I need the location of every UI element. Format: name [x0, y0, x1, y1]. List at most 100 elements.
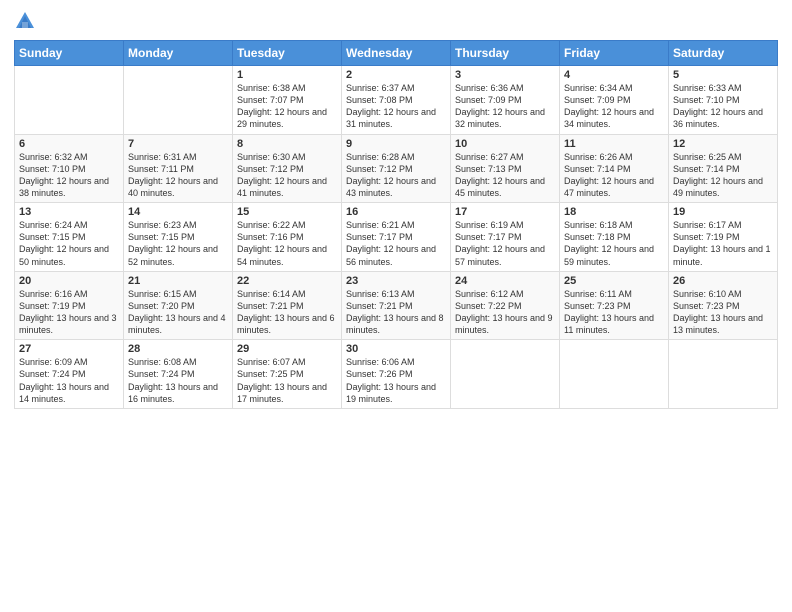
day-number: 4 — [564, 69, 664, 81]
day-number: 2 — [346, 69, 446, 81]
day-info: Sunrise: 6:24 AMSunset: 7:15 PMDaylight:… — [19, 219, 119, 268]
day-info: Sunrise: 6:36 AMSunset: 7:09 PMDaylight:… — [455, 82, 555, 131]
calendar-cell: 14Sunrise: 6:23 AMSunset: 7:15 PMDayligh… — [124, 203, 233, 272]
day-info: Sunrise: 6:10 AMSunset: 7:23 PMDaylight:… — [673, 288, 773, 337]
calendar-week-row: 20Sunrise: 6:16 AMSunset: 7:19 PMDayligh… — [15, 271, 778, 340]
day-of-week-header: Wednesday — [342, 41, 451, 66]
day-number: 12 — [673, 138, 773, 150]
calendar-cell: 7Sunrise: 6:31 AMSunset: 7:11 PMDaylight… — [124, 134, 233, 203]
calendar-cell: 11Sunrise: 6:26 AMSunset: 7:14 PMDayligh… — [560, 134, 669, 203]
day-info: Sunrise: 6:19 AMSunset: 7:17 PMDaylight:… — [455, 219, 555, 268]
page: SundayMondayTuesdayWednesdayThursdayFrid… — [0, 0, 792, 612]
day-number: 9 — [346, 138, 446, 150]
calendar-cell: 23Sunrise: 6:13 AMSunset: 7:21 PMDayligh… — [342, 271, 451, 340]
calendar-cell: 5Sunrise: 6:33 AMSunset: 7:10 PMDaylight… — [669, 66, 778, 135]
day-info: Sunrise: 6:08 AMSunset: 7:24 PMDaylight:… — [128, 356, 228, 405]
day-info: Sunrise: 6:14 AMSunset: 7:21 PMDaylight:… — [237, 288, 337, 337]
logo-icon — [14, 10, 36, 32]
day-number: 8 — [237, 138, 337, 150]
day-of-week-header: Friday — [560, 41, 669, 66]
day-info: Sunrise: 6:06 AMSunset: 7:26 PMDaylight:… — [346, 356, 446, 405]
calendar-cell: 12Sunrise: 6:25 AMSunset: 7:14 PMDayligh… — [669, 134, 778, 203]
calendar-cell: 13Sunrise: 6:24 AMSunset: 7:15 PMDayligh… — [15, 203, 124, 272]
day-number: 21 — [128, 275, 228, 287]
day-info: Sunrise: 6:37 AMSunset: 7:08 PMDaylight:… — [346, 82, 446, 131]
day-number: 1 — [237, 69, 337, 81]
calendar-cell: 26Sunrise: 6:10 AMSunset: 7:23 PMDayligh… — [669, 271, 778, 340]
day-info: Sunrise: 6:31 AMSunset: 7:11 PMDaylight:… — [128, 151, 228, 200]
day-number: 17 — [455, 206, 555, 218]
day-number: 10 — [455, 138, 555, 150]
calendar-cell: 18Sunrise: 6:18 AMSunset: 7:18 PMDayligh… — [560, 203, 669, 272]
day-info: Sunrise: 6:27 AMSunset: 7:13 PMDaylight:… — [455, 151, 555, 200]
day-of-week-header: Saturday — [669, 41, 778, 66]
day-number: 16 — [346, 206, 446, 218]
day-info: Sunrise: 6:25 AMSunset: 7:14 PMDaylight:… — [673, 151, 773, 200]
day-number: 22 — [237, 275, 337, 287]
day-info: Sunrise: 6:34 AMSunset: 7:09 PMDaylight:… — [564, 82, 664, 131]
day-info: Sunrise: 6:30 AMSunset: 7:12 PMDaylight:… — [237, 151, 337, 200]
day-info: Sunrise: 6:15 AMSunset: 7:20 PMDaylight:… — [128, 288, 228, 337]
calendar-cell: 21Sunrise: 6:15 AMSunset: 7:20 PMDayligh… — [124, 271, 233, 340]
calendar-cell: 3Sunrise: 6:36 AMSunset: 7:09 PMDaylight… — [451, 66, 560, 135]
day-info: Sunrise: 6:09 AMSunset: 7:24 PMDaylight:… — [19, 356, 119, 405]
calendar-cell: 22Sunrise: 6:14 AMSunset: 7:21 PMDayligh… — [233, 271, 342, 340]
day-number: 13 — [19, 206, 119, 218]
day-number: 3 — [455, 69, 555, 81]
day-info: Sunrise: 6:16 AMSunset: 7:19 PMDaylight:… — [19, 288, 119, 337]
day-number: 27 — [19, 343, 119, 355]
day-info: Sunrise: 6:32 AMSunset: 7:10 PMDaylight:… — [19, 151, 119, 200]
calendar-cell — [15, 66, 124, 135]
day-info: Sunrise: 6:28 AMSunset: 7:12 PMDaylight:… — [346, 151, 446, 200]
day-info: Sunrise: 6:22 AMSunset: 7:16 PMDaylight:… — [237, 219, 337, 268]
day-number: 19 — [673, 206, 773, 218]
day-number: 11 — [564, 138, 664, 150]
day-info: Sunrise: 6:26 AMSunset: 7:14 PMDaylight:… — [564, 151, 664, 200]
day-info: Sunrise: 6:18 AMSunset: 7:18 PMDaylight:… — [564, 219, 664, 268]
logo — [14, 10, 38, 32]
day-number: 15 — [237, 206, 337, 218]
day-info: Sunrise: 6:12 AMSunset: 7:22 PMDaylight:… — [455, 288, 555, 337]
calendar-table: SundayMondayTuesdayWednesdayThursdayFrid… — [14, 40, 778, 409]
day-info: Sunrise: 6:33 AMSunset: 7:10 PMDaylight:… — [673, 82, 773, 131]
day-number: 23 — [346, 275, 446, 287]
day-number: 30 — [346, 343, 446, 355]
calendar-cell: 6Sunrise: 6:32 AMSunset: 7:10 PMDaylight… — [15, 134, 124, 203]
calendar-cell — [124, 66, 233, 135]
day-number: 28 — [128, 343, 228, 355]
day-number: 20 — [19, 275, 119, 287]
day-info: Sunrise: 6:07 AMSunset: 7:25 PMDaylight:… — [237, 356, 337, 405]
day-of-week-header: Tuesday — [233, 41, 342, 66]
day-number: 25 — [564, 275, 664, 287]
calendar-cell: 8Sunrise: 6:30 AMSunset: 7:12 PMDaylight… — [233, 134, 342, 203]
calendar-week-row: 1Sunrise: 6:38 AMSunset: 7:07 PMDaylight… — [15, 66, 778, 135]
day-info: Sunrise: 6:17 AMSunset: 7:19 PMDaylight:… — [673, 219, 773, 268]
day-info: Sunrise: 6:38 AMSunset: 7:07 PMDaylight:… — [237, 82, 337, 131]
day-of-week-header: Thursday — [451, 41, 560, 66]
calendar-cell: 30Sunrise: 6:06 AMSunset: 7:26 PMDayligh… — [342, 340, 451, 409]
day-number: 18 — [564, 206, 664, 218]
calendar-cell: 20Sunrise: 6:16 AMSunset: 7:19 PMDayligh… — [15, 271, 124, 340]
calendar-cell: 4Sunrise: 6:34 AMSunset: 7:09 PMDaylight… — [560, 66, 669, 135]
calendar-cell: 27Sunrise: 6:09 AMSunset: 7:24 PMDayligh… — [15, 340, 124, 409]
day-of-week-header: Sunday — [15, 41, 124, 66]
day-info: Sunrise: 6:13 AMSunset: 7:21 PMDaylight:… — [346, 288, 446, 337]
day-info: Sunrise: 6:11 AMSunset: 7:23 PMDaylight:… — [564, 288, 664, 337]
calendar-week-row: 6Sunrise: 6:32 AMSunset: 7:10 PMDaylight… — [15, 134, 778, 203]
day-number: 14 — [128, 206, 228, 218]
day-info: Sunrise: 6:23 AMSunset: 7:15 PMDaylight:… — [128, 219, 228, 268]
calendar-cell: 25Sunrise: 6:11 AMSunset: 7:23 PMDayligh… — [560, 271, 669, 340]
calendar-cell: 9Sunrise: 6:28 AMSunset: 7:12 PMDaylight… — [342, 134, 451, 203]
calendar-header-row: SundayMondayTuesdayWednesdayThursdayFrid… — [15, 41, 778, 66]
calendar-cell — [560, 340, 669, 409]
calendar-week-row: 13Sunrise: 6:24 AMSunset: 7:15 PMDayligh… — [15, 203, 778, 272]
day-number: 26 — [673, 275, 773, 287]
calendar-week-row: 27Sunrise: 6:09 AMSunset: 7:24 PMDayligh… — [15, 340, 778, 409]
calendar-cell: 19Sunrise: 6:17 AMSunset: 7:19 PMDayligh… — [669, 203, 778, 272]
calendar-cell — [669, 340, 778, 409]
calendar-cell: 16Sunrise: 6:21 AMSunset: 7:17 PMDayligh… — [342, 203, 451, 272]
calendar-cell: 17Sunrise: 6:19 AMSunset: 7:17 PMDayligh… — [451, 203, 560, 272]
calendar-cell: 1Sunrise: 6:38 AMSunset: 7:07 PMDaylight… — [233, 66, 342, 135]
day-info: Sunrise: 6:21 AMSunset: 7:17 PMDaylight:… — [346, 219, 446, 268]
day-number: 29 — [237, 343, 337, 355]
